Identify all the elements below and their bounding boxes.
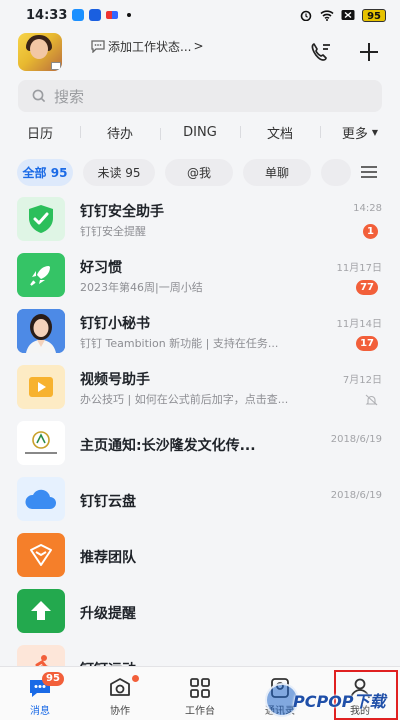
conversation-preview: 办公技巧 | 如何在公式前后加字，点击查...	[80, 393, 289, 406]
conversation-row[interactable]: 好习惯 2023年第46周|一周小结 11月17日 77	[0, 247, 400, 303]
conversation-title: 钉钉云盘	[80, 494, 136, 510]
tab-messages-label: 消息	[30, 706, 50, 717]
conversation-time: 11月14日	[336, 319, 382, 330]
plus-icon	[360, 43, 378, 61]
add-button[interactable]	[356, 39, 382, 65]
phone-call-button[interactable]	[308, 39, 334, 65]
conversation-time: 2018/6/19	[330, 434, 382, 445]
conversation-time: 7月12日	[342, 375, 382, 386]
cloud-icon	[17, 477, 65, 521]
company-logo	[17, 421, 65, 465]
status-left: 14:33	[26, 7, 132, 23]
quick-tab-ding[interactable]: DING	[160, 125, 240, 140]
phone-plus-icon	[311, 43, 330, 61]
header: 添加工作状态... >	[0, 30, 400, 74]
conversation-title: 钉钉小秘书	[80, 316, 150, 332]
conversation-time: 11月17日	[336, 263, 382, 274]
grid-icon	[190, 678, 210, 698]
team-icon	[17, 533, 65, 577]
search-icon	[32, 89, 46, 103]
play-icon	[17, 365, 65, 409]
chevron-right-icon: >	[193, 39, 204, 53]
filter-mentions[interactable]: @我	[165, 158, 233, 186]
quick-tabs: 日历 待办 DING 文档 更多 ▼	[0, 119, 400, 145]
status-bar: 14:33 95	[0, 0, 400, 30]
conversation-list: 钉钉安全助手 钉钉安全提醒 14:28 1 好习惯 2023年第46周|一周小结…	[0, 191, 400, 695]
collaboration-icon	[110, 678, 130, 696]
status-right: 95	[299, 8, 386, 22]
wifi-icon	[320, 10, 334, 21]
tab-collaboration-dot	[132, 675, 139, 682]
conversation-title: 好习惯	[80, 260, 122, 276]
dingtalk-notify-icon	[72, 9, 85, 21]
mute-bell-icon	[365, 394, 378, 406]
filter-next-chip[interactable]	[321, 158, 351, 186]
work-status-button[interactable]: 添加工作状态... >	[90, 38, 204, 55]
header-actions	[308, 39, 382, 65]
conversation-row[interactable]: 升级提醒	[0, 583, 400, 639]
conversation-time: 14:28	[353, 203, 382, 214]
alarm-icon	[300, 10, 312, 21]
conversation-row[interactable]: 钉钉云盘 2018/6/19	[0, 471, 400, 527]
work-status-label: 添加工作状态...	[108, 39, 192, 54]
conversation-preview: 2023年第46周|一周小结	[80, 281, 203, 294]
upgrade-arrow-icon	[17, 589, 65, 633]
shield-check-icon	[17, 197, 65, 241]
search-bar[interactable]: 搜索	[18, 80, 382, 112]
filter-direct[interactable]: 单聊	[243, 158, 311, 186]
quick-tab-docs[interactable]: 文档	[240, 123, 320, 142]
conversation-title: 钉钉安全助手	[80, 204, 164, 220]
status-time: 14:33	[26, 7, 68, 23]
speech-bubble-icon	[91, 40, 105, 53]
app-notify-icon	[89, 9, 102, 21]
battery-indicator: 95	[362, 8, 386, 22]
conversation-row[interactable]: 推荐团队	[0, 527, 400, 583]
conversation-title: 升级提醒	[80, 606, 136, 622]
caret-down-icon: ▼	[371, 127, 379, 137]
conversation-title: 主页通知:长沙隆发文化传...	[80, 438, 256, 454]
rocket-icon	[17, 253, 65, 297]
conversation-title: 视频号助手	[80, 372, 150, 388]
quick-tab-calendar[interactable]: 日历	[0, 123, 80, 142]
filter-all[interactable]: 全部 95	[17, 158, 73, 186]
conversation-row[interactable]: 主页通知:长沙隆发文化传... 2018/6/19	[0, 415, 400, 471]
conversation-time: 2018/6/19	[330, 490, 382, 501]
tab-messages-badge: 95	[42, 672, 64, 686]
quick-tab-more[interactable]: 更多 ▼	[320, 123, 400, 142]
tab-workbench[interactable]: 工作台	[160, 667, 240, 720]
filter-menu-button[interactable]	[352, 157, 386, 187]
tab-workbench-label: 工作台	[185, 706, 215, 717]
filter-unread[interactable]: 未读 95	[83, 158, 155, 186]
my-avatar[interactable]	[18, 33, 62, 71]
flag-notify-icon	[106, 11, 119, 19]
signal-off-icon	[341, 10, 355, 20]
unread-badge: 77	[356, 280, 378, 295]
site-watermark: PCPOP下载	[265, 682, 400, 718]
search-placeholder: 搜索	[54, 87, 85, 106]
conversation-row[interactable]: 钉钉安全助手 钉钉安全提醒 14:28 1	[0, 191, 400, 247]
pc-online-icon	[51, 62, 61, 70]
conversation-title: 推荐团队	[80, 550, 136, 566]
conversation-row[interactable]: 钉钉小秘书 钉钉 Teambition 新功能 | 支持在任务... 11月14…	[0, 303, 400, 359]
conversation-preview: 钉钉 Teambition 新功能 | 支持在任务...	[80, 337, 279, 350]
quick-tab-todo[interactable]: 待办	[80, 123, 160, 142]
filter-row: 全部 95 未读 95 @我 单聊	[0, 157, 400, 187]
tab-collaboration[interactable]: 协作	[80, 667, 160, 720]
secretary-avatar	[17, 309, 65, 353]
tab-messages[interactable]: 消息 95	[0, 667, 80, 720]
quick-tab-more-label: 更多	[341, 126, 368, 142]
conversation-row[interactable]: 视频号助手 办公技巧 | 如何在公式前后加字，点击查... 7月12日	[0, 359, 400, 415]
watermark-text: PCPOP下载	[293, 692, 386, 711]
conversation-preview: 钉钉安全提醒	[80, 225, 146, 238]
unread-badge: 17	[356, 336, 378, 351]
tab-collaboration-label: 协作	[110, 706, 130, 717]
more-notifications-dot	[127, 13, 132, 17]
unread-badge: 1	[363, 224, 378, 239]
